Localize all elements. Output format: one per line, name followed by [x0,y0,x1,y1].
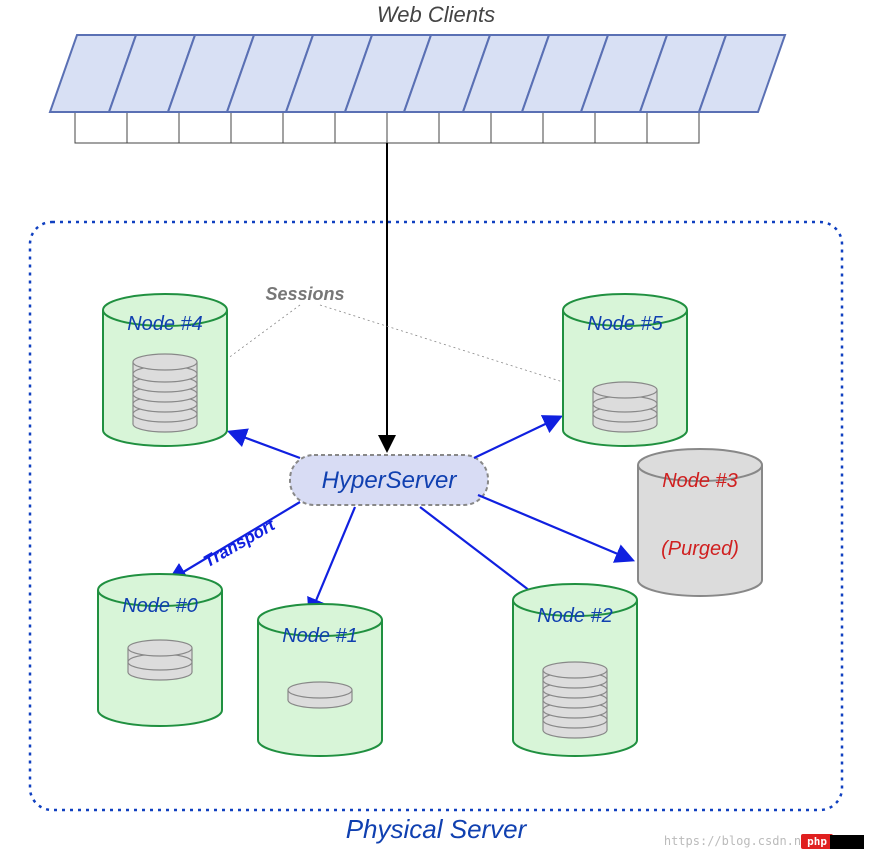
node-3-purged: Node #3 (Purged) [638,449,762,596]
disk-stack-icon [133,354,197,432]
web-clients-title: Web Clients [377,2,495,27]
svg-text:Node #2: Node #2 [537,605,613,627]
watermark-mask [830,835,864,849]
svg-text:Node #3: Node #3 [662,470,738,492]
svg-text:Node #1: Node #1 [282,625,358,647]
architecture-diagram: Web Clients Physical Serv [0,0,872,854]
web-clients-row [50,35,785,143]
node-4: Node #4 [103,294,227,446]
disk-stack-icon [128,640,192,680]
svg-text:(Purged): (Purged) [661,538,739,560]
sessions-label: Sessions [265,284,344,304]
svg-text:Node #0: Node #0 [122,595,198,617]
watermark-text: https://blog.csdn.n [664,834,801,848]
node-1: Node #1 [258,604,382,756]
watermark: https://blog.csdn.nphp [664,834,864,849]
disk-stack-icon [288,682,352,708]
node-5: Node #5 [563,294,687,446]
disk-stack-icon [593,382,657,432]
node-0: Node #0 [98,574,222,726]
transport-label: Transport [200,515,279,572]
svg-text:Node #5: Node #5 [587,313,663,335]
disk-stack-icon [543,662,607,738]
physical-server-label: Physical Server [346,814,528,844]
svg-text:Node #4: Node #4 [127,313,203,335]
php-badge: php [801,834,833,849]
hyperserver-label: HyperServer [322,467,458,494]
node-2: Node #2 [513,584,637,756]
